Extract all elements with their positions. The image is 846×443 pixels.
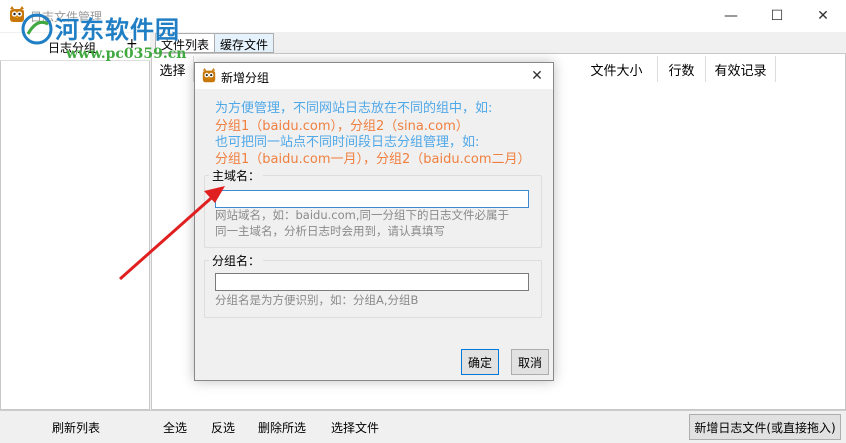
annotation-arrow-icon <box>119 186 225 281</box>
